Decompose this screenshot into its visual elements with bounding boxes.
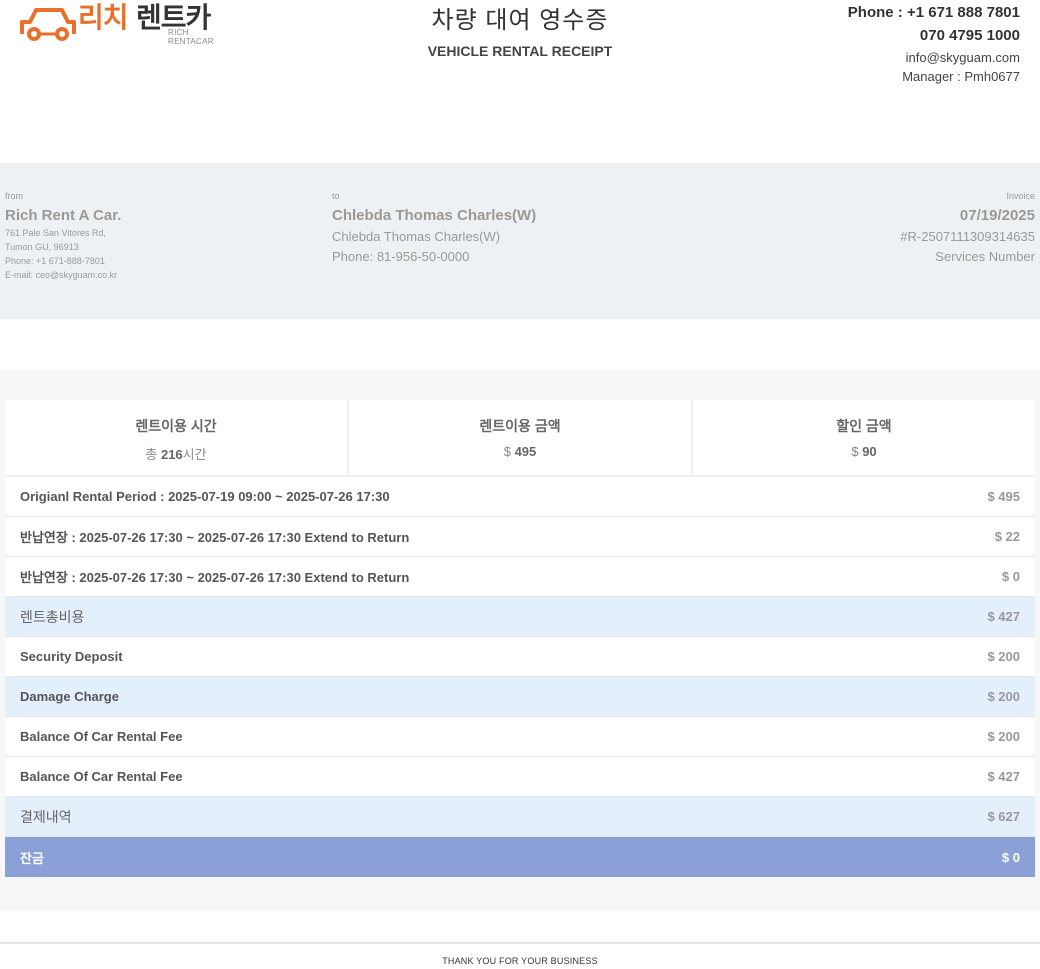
line-item-payment-history: 결제내역 $ 627	[5, 797, 1035, 837]
summary-card: 렌트이용 시간 총 216시간 렌트이용 금액 $ 495 할인 금액 $ 90…	[5, 400, 1035, 877]
line-item-total-rental-cost: 렌트총비용 $ 427	[5, 597, 1035, 637]
to-name: Chlebda Thomas Charles(W)	[332, 207, 537, 224]
car-logo-icon	[20, 8, 76, 41]
line-item-amount: $ 0	[1001, 569, 1020, 584]
stat-value: $ 495	[503, 444, 537, 459]
line-item-original-period: Origianl Rental Period : 2025-07-19 09:0…	[5, 477, 1035, 517]
stat-rental-amount: 렌트이용 금액 $ 495	[349, 400, 693, 477]
logo-text-kr-1: 리치	[78, 2, 129, 33]
line-item-amount: $ 200	[987, 689, 1020, 704]
line-item-extension-2: 반납연장 : 2025-07-26 17:30 ~ 2025-07-26 17:…	[5, 557, 1035, 597]
to-block: to Chlebda Thomas Charles(W) Chlebda Tho…	[332, 191, 536, 264]
footer-thank-you: THANK YOU FOR YOUR BUSINESS	[442, 956, 598, 966]
line-item-amount: $ 200	[987, 649, 1020, 664]
line-item-label: Security Deposit	[20, 649, 123, 664]
line-item-amount: $ 22	[994, 529, 1020, 544]
from-address-2: Tumon GU, 96913	[5, 242, 79, 252]
from-block: from Rich Rent A Car. 761 Pale San Vitor…	[5, 191, 121, 282]
summary-area: 렌트이용 시간 총 216시간 렌트이용 금액 $ 495 할인 금액 $ 90…	[0, 370, 1040, 911]
receipt-title-en: VEHICLE RENTAL RECEIPT	[427, 43, 613, 59]
logo-text-en: RICH RENTACAR	[168, 28, 214, 46]
stat-title: 렌트이용 금액	[479, 418, 561, 434]
to-phone: Phone: 81-956-50-0000	[332, 249, 470, 264]
receipt-title-block: 차량 대여 영수증 VEHICLE RENTAL RECEIPT	[320, 0, 720, 59]
to-label: to	[332, 191, 340, 201]
line-item-label: 반납연장 : 2025-07-26 17:30 ~ 2025-07-26 17:…	[20, 570, 410, 585]
line-item-extension-1: 반납연장 : 2025-07-26 17:30 ~ 2025-07-26 17:…	[5, 517, 1035, 557]
invoice-date: 07/19/2025	[959, 207, 1035, 224]
contact-info: Phone : +1 671 888 7801 070 4795 1000 in…	[848, 4, 1020, 84]
line-item-remaining-balance: 잔금 $ 0	[5, 837, 1035, 877]
line-item-amount: $ 627	[987, 809, 1020, 824]
from-address-1: 761 Pale San Vitores Rd,	[5, 228, 106, 238]
to-name-line: Chlebda Thomas Charles(W)	[332, 229, 501, 244]
invoice-label: Invoice	[1006, 191, 1035, 201]
line-item-label: Origianl Rental Period : 2025-07-19 09:0…	[20, 489, 390, 504]
footer-divider	[0, 942, 1040, 944]
line-item-label: 렌트총비용	[20, 608, 85, 625]
stat-title: 할인 금액	[836, 418, 892, 434]
line-item-amount: $ 200	[987, 729, 1020, 744]
phone-secondary: 070 4795 1000	[919, 27, 1020, 44]
contact-email: info@skyguam.com	[905, 50, 1020, 65]
invoice-block: Invoice 07/19/2025 #R-2507111309314635 S…	[900, 191, 1035, 264]
stat-discount-amount: 할인 금액 $ 90	[693, 400, 1035, 477]
line-item-amount: $ 427	[987, 769, 1020, 784]
line-item-label: 반납연장 : 2025-07-26 17:30 ~ 2025-07-26 17:…	[20, 530, 410, 545]
line-item-damage-charge: Damage Charge $ 200	[5, 677, 1035, 717]
line-item-label: Balance Of Car Rental Fee	[20, 769, 183, 784]
line-item-balance-1: Balance Of Car Rental Fee $ 200	[5, 717, 1035, 757]
stat-rental-hours: 렌트이용 시간 총 216시간	[5, 400, 349, 477]
phone-primary: Phone : +1 671 888 7801	[847, 4, 1020, 21]
manager-id: Manager : Pmh0677	[902, 69, 1020, 84]
stat-value: 총 216시간	[145, 447, 207, 462]
line-item-label: Balance Of Car Rental Fee	[20, 729, 183, 744]
line-item-amount: $ 495	[987, 489, 1020, 504]
invoice-number: #R-2507111309314635	[900, 229, 1035, 244]
line-item-security-deposit: Security Deposit $ 200	[5, 637, 1035, 677]
receipt-header: 리치 렌트카 RICH RENTACAR 차량 대여 영수증 VEHICLE R…	[0, 0, 1040, 120]
line-item-amount: $ 427	[987, 609, 1020, 624]
from-phone: Phone: +1 671-888-7801	[5, 256, 105, 266]
stat-title: 렌트이용 시간	[135, 418, 217, 434]
from-label: from	[5, 191, 23, 201]
stat-value: $ 90	[851, 444, 877, 459]
company-logo: 리치 렌트카 RICH RENTACAR	[18, 0, 228, 46]
from-email: E-mail: ceo@skyguam.co.kr	[5, 270, 118, 280]
line-item-amount: $ 0	[1001, 849, 1020, 865]
line-item-label: 잔금	[20, 850, 44, 866]
stats-row: 렌트이용 시간 총 216시간 렌트이용 금액 $ 495 할인 금액 $ 90	[5, 400, 1035, 477]
line-item-label: 결제내역	[20, 808, 72, 825]
from-name: Rich Rent A Car.	[5, 207, 122, 224]
line-item-balance-2: Balance Of Car Rental Fee $ 427	[5, 757, 1035, 797]
line-item-label: Damage Charge	[20, 689, 119, 704]
services-number-label: Services Number	[935, 249, 1035, 264]
party-info-band: from Rich Rent A Car. 761 Pale San Vitor…	[0, 163, 1040, 319]
receipt-title-kr: 차량 대여 영수증	[431, 7, 609, 34]
